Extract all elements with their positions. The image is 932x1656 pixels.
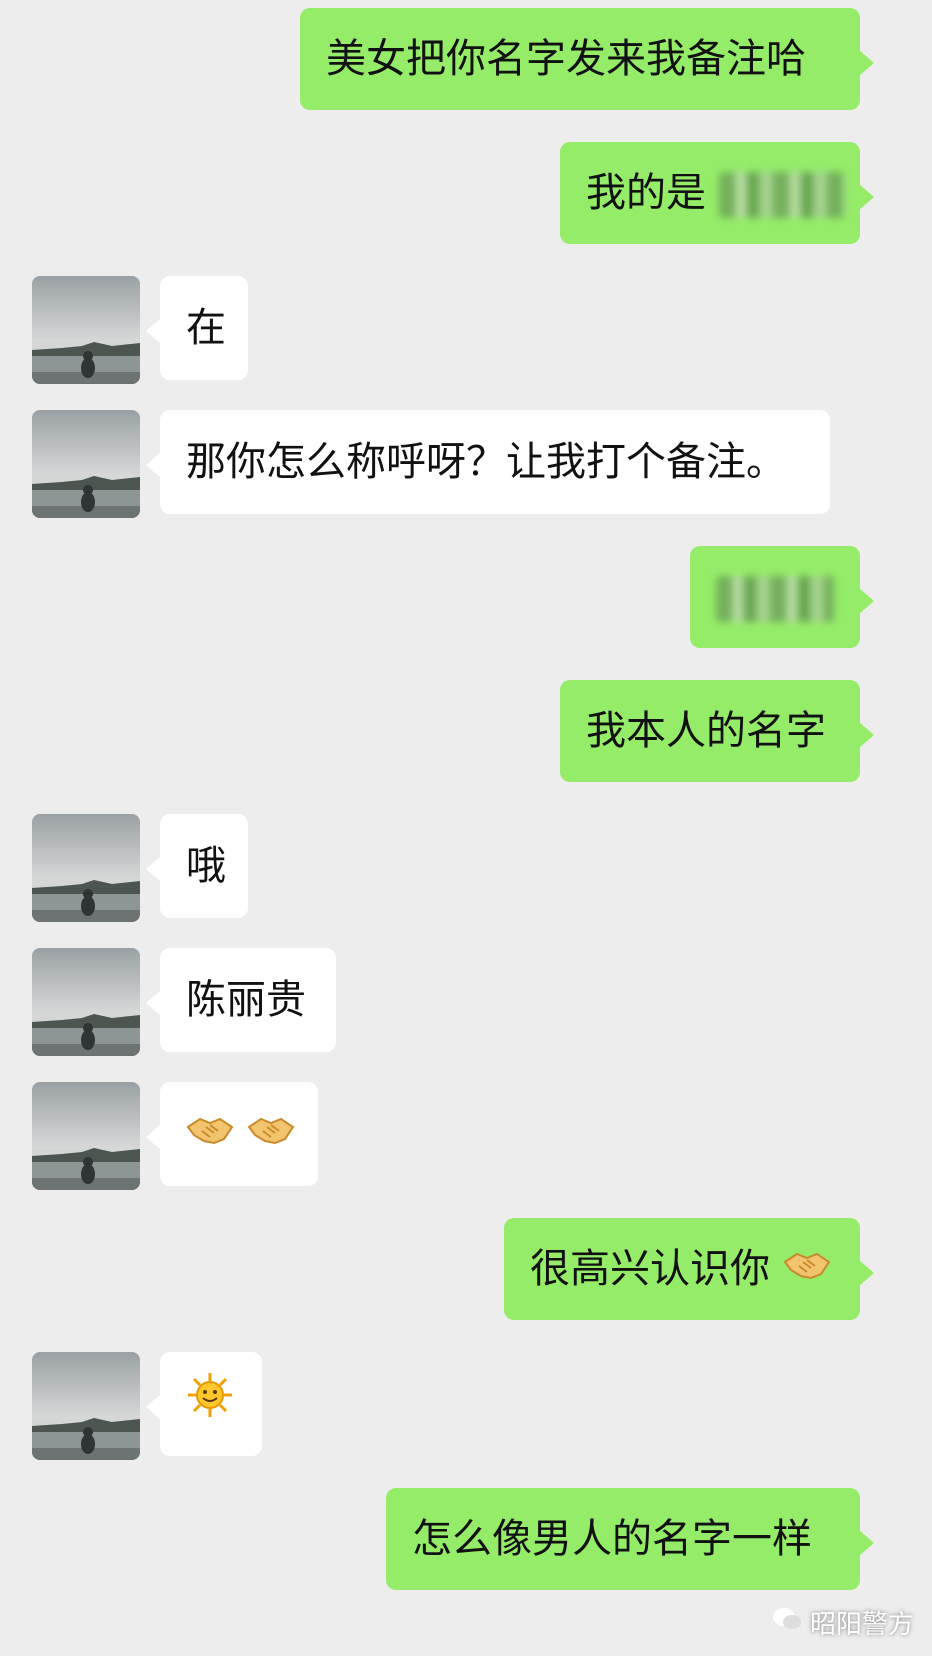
received-message-bubble[interactable] bbox=[146, 1352, 262, 1458]
message-text: 很高兴认识你 bbox=[530, 1246, 770, 1292]
message-text: 美女把你名字发来我备注哈 bbox=[326, 36, 806, 82]
received-message-bubble[interactable]: 那你怎么称呼呀？让我打个备注。 bbox=[146, 410, 830, 514]
received-message-bubble[interactable]: 在 bbox=[146, 276, 248, 380]
redacted-blur bbox=[718, 172, 845, 218]
message-text: 那你怎么称呼呀？让我打个备注。 bbox=[186, 439, 786, 485]
sent-message-bubble[interactable]: 我本人的名字 bbox=[560, 680, 874, 782]
sent-message-bubble[interactable]: 怎么像男人的名字一样 bbox=[386, 1488, 874, 1590]
sent-message-bubble[interactable]: 美女把你名字发来我备注哈 bbox=[300, 8, 874, 110]
received-message-bubble[interactable] bbox=[146, 1082, 318, 1188]
contact-avatar[interactable] bbox=[32, 1352, 140, 1460]
wechat-official-icon bbox=[772, 1606, 802, 1639]
received-message-bubble[interactable]: 哦 bbox=[146, 814, 248, 918]
sun-icon bbox=[186, 1354, 234, 1458]
contact-avatar[interactable] bbox=[32, 276, 140, 384]
watermark-text: 昭阳警方 bbox=[809, 1610, 914, 1640]
contact-avatar[interactable] bbox=[32, 948, 140, 1056]
message-text: 我本人的名字 bbox=[586, 708, 826, 754]
sent-message-bubble[interactable]: 我的是 bbox=[560, 142, 874, 244]
contact-avatar[interactable] bbox=[32, 410, 140, 518]
received-message-bubble[interactable]: 陈丽贵 bbox=[146, 948, 336, 1052]
contact-avatar[interactable] bbox=[32, 1082, 140, 1190]
sent-message-bubble[interactable]: 很高兴认识你 bbox=[504, 1218, 874, 1322]
message-text: 怎么像男人的名字一样 bbox=[412, 1516, 812, 1562]
watermark: 昭阳警方 bbox=[772, 1604, 914, 1641]
contact-avatar[interactable] bbox=[32, 814, 140, 922]
message-text: 我的是 bbox=[586, 170, 706, 216]
message-text: 在 bbox=[186, 305, 226, 351]
message-text: 陈丽贵 bbox=[186, 977, 306, 1023]
message-text: 哦 bbox=[186, 843, 226, 889]
handshake-icon bbox=[783, 1220, 831, 1322]
redacted-blur bbox=[716, 576, 834, 622]
handshake-icon bbox=[186, 1084, 234, 1188]
sent-message-bubble[interactable] bbox=[690, 546, 874, 648]
handshake-icon bbox=[247, 1084, 295, 1188]
